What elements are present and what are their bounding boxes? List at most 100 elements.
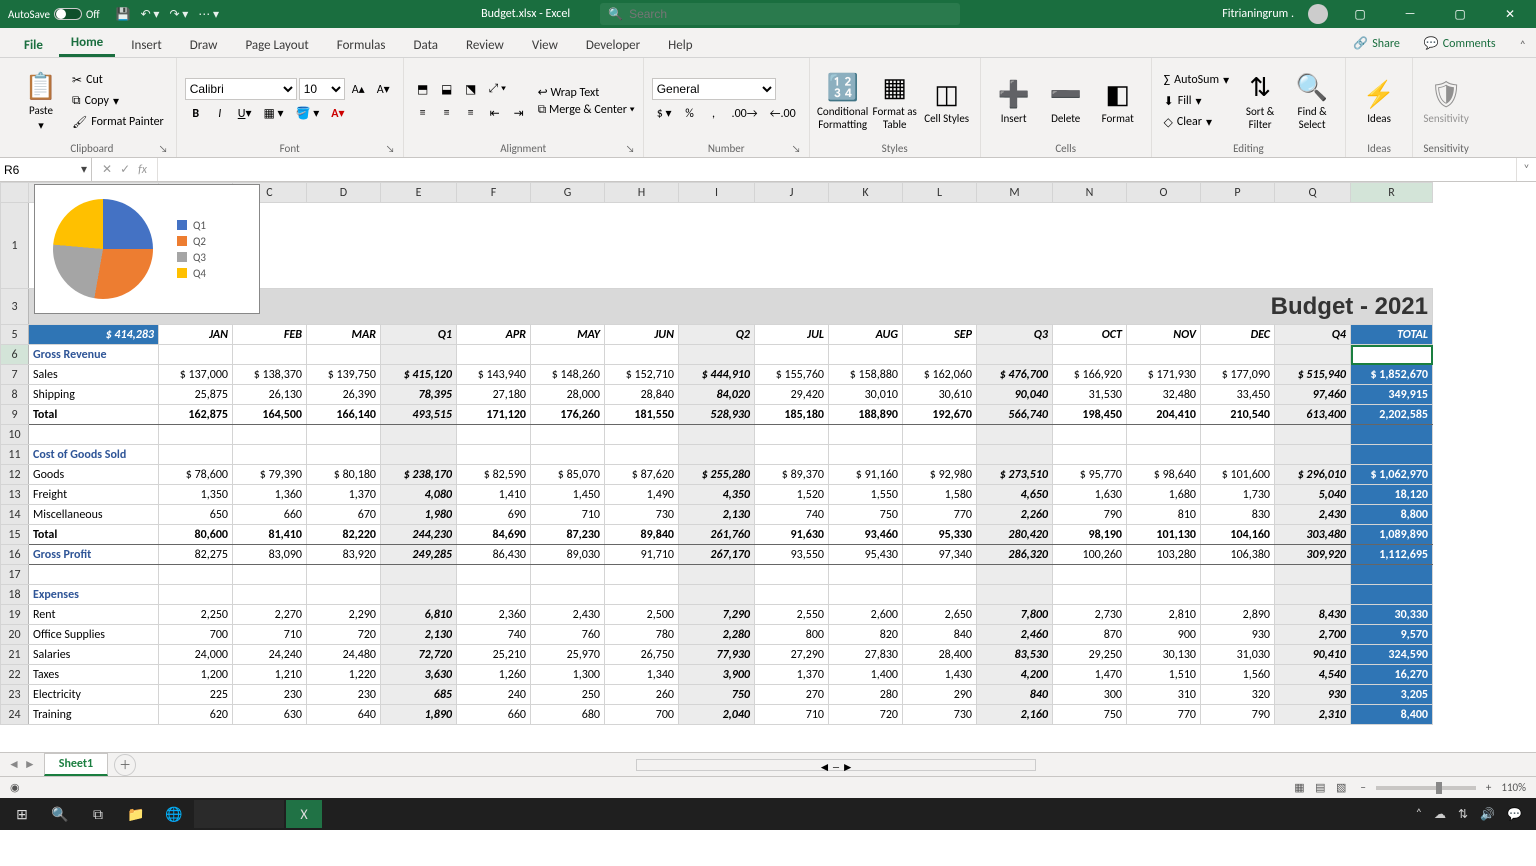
cell-R12[interactable]: $ 1,062,970	[1351, 465, 1433, 485]
cell-M10[interactable]	[977, 425, 1053, 445]
cell-O17[interactable]	[1127, 565, 1201, 585]
cell-E10[interactable]	[381, 425, 457, 445]
cell-Q16[interactable]: 309,920	[1275, 545, 1351, 565]
cell-D18[interactable]	[307, 585, 381, 605]
cell-G18[interactable]	[531, 585, 605, 605]
cell-D15[interactable]: 82,220	[307, 525, 381, 545]
ribbon-display-options-icon[interactable]: ▢	[1342, 7, 1378, 22]
cell-J19[interactable]: 2,550	[755, 605, 829, 625]
cell-I22[interactable]: 3,900	[679, 665, 755, 685]
cell-Q20[interactable]: 2,700	[1275, 625, 1351, 645]
cell-G17[interactable]	[531, 565, 605, 585]
cell-F16[interactable]: 86,430	[457, 545, 531, 565]
cell-K12[interactable]: $ 91,160	[829, 465, 903, 485]
cell-J23[interactable]: 270	[755, 685, 829, 705]
cell-G13[interactable]: 1,450	[531, 485, 605, 505]
find-select-button[interactable]: 🔍Find & Select	[1287, 65, 1337, 137]
cell-A14[interactable]: Miscellaneous	[29, 505, 159, 525]
cell-P15[interactable]: 104,160	[1201, 525, 1275, 545]
cell-Q9[interactable]: 613,400	[1275, 405, 1351, 425]
formula-input[interactable]	[164, 162, 1510, 177]
cell-F23[interactable]: 240	[457, 685, 531, 705]
row-header-3[interactable]: 3	[1, 289, 29, 325]
cell-F18[interactable]	[457, 585, 531, 605]
tray-onedrive-icon[interactable]: ☁	[1434, 807, 1446, 822]
cell-I20[interactable]: 2,280	[679, 625, 755, 645]
cell-L17[interactable]	[903, 565, 977, 585]
cell-A16[interactable]: Gross Profit	[29, 545, 159, 565]
cell-L8[interactable]: 30,610	[903, 385, 977, 405]
col-header-D[interactable]: D	[307, 183, 381, 203]
cell-H9[interactable]: 181,550	[605, 405, 679, 425]
align-left-icon[interactable]: ≡	[412, 103, 434, 124]
percent-format-icon[interactable]: %	[679, 103, 701, 124]
cell-A13[interactable]: Freight	[29, 485, 159, 505]
cell-N14[interactable]: 790	[1053, 505, 1127, 525]
cell-H14[interactable]: 730	[605, 505, 679, 525]
cell-G12[interactable]: $ 85,070	[531, 465, 605, 485]
cell-K6[interactable]	[829, 345, 903, 365]
cell-N15[interactable]: 98,190	[1053, 525, 1127, 545]
cell-A23[interactable]: Electricity	[29, 685, 159, 705]
cell-M6[interactable]	[977, 345, 1053, 365]
cell-C12[interactable]: $ 79,390	[233, 465, 307, 485]
col-header-R[interactable]: R	[1351, 183, 1433, 203]
cell-H23[interactable]: 260	[605, 685, 679, 705]
cell-M15[interactable]: 280,420	[977, 525, 1053, 545]
row-header-19[interactable]: 19	[1, 605, 29, 625]
italic-button[interactable]: I	[209, 103, 231, 124]
cell-H17[interactable]	[605, 565, 679, 585]
cell-R23[interactable]: 3,205	[1351, 685, 1433, 705]
cell-E21[interactable]: 72,720	[381, 645, 457, 665]
cell-J6[interactable]	[755, 345, 829, 365]
header-APR[interactable]: APR	[457, 325, 531, 345]
row-header-18[interactable]: 18	[1, 585, 29, 605]
cell-F14[interactable]: 690	[457, 505, 531, 525]
cell-Q8[interactable]: 97,460	[1275, 385, 1351, 405]
cell-L13[interactable]: 1,580	[903, 485, 977, 505]
cell-J24[interactable]: 710	[755, 705, 829, 725]
cell-D13[interactable]: 1,370	[307, 485, 381, 505]
tab-developer[interactable]: Developer	[574, 32, 652, 57]
col-header-E[interactable]: E	[381, 183, 457, 203]
cell-E9[interactable]: 493,515	[381, 405, 457, 425]
cell-O13[interactable]: 1,680	[1127, 485, 1201, 505]
cell-E22[interactable]: 3,630	[381, 665, 457, 685]
cell-G14[interactable]: 710	[531, 505, 605, 525]
cell-A8[interactable]: Shipping	[29, 385, 159, 405]
orientation-icon[interactable]: ⤢ ▾	[484, 79, 511, 100]
cell-O10[interactable]	[1127, 425, 1201, 445]
name-box[interactable]: ▾	[0, 158, 92, 181]
cell-P19[interactable]: 2,890	[1201, 605, 1275, 625]
tab-view[interactable]: View	[520, 32, 570, 57]
underline-button[interactable]: U ▾	[233, 103, 257, 124]
zoom-in-icon[interactable]: +	[1486, 781, 1491, 794]
embedded-pie-chart[interactable]: Q1Q2Q3Q4	[34, 184, 260, 314]
cell-R22[interactable]: 16,270	[1351, 665, 1433, 685]
cell-L16[interactable]: 97,340	[903, 545, 977, 565]
header-Q1[interactable]: Q1	[381, 325, 457, 345]
cell-P9[interactable]: 210,540	[1201, 405, 1275, 425]
cell-I21[interactable]: 77,930	[679, 645, 755, 665]
cell-N16[interactable]: 100,260	[1053, 545, 1127, 565]
cell-M21[interactable]: 83,530	[977, 645, 1053, 665]
cell-L9[interactable]: 192,670	[903, 405, 977, 425]
cell-E15[interactable]: 244,230	[381, 525, 457, 545]
autosum-button[interactable]: ∑ AutoSum ▾	[1160, 71, 1233, 90]
format-painter-button[interactable]: 🖌 Format Painter	[68, 113, 168, 132]
align-middle-icon[interactable]: ⬓	[436, 79, 458, 100]
cell-D23[interactable]: 230	[307, 685, 381, 705]
fill-button[interactable]: ⬇ Fill ▾	[1160, 92, 1233, 111]
cell-D24[interactable]: 640	[307, 705, 381, 725]
cell-B6[interactable]	[159, 345, 233, 365]
cell-B24[interactable]: 620	[159, 705, 233, 725]
cell-E16[interactable]: 249,285	[381, 545, 457, 565]
taskbar-app-group[interactable]	[194, 800, 284, 828]
cell-E24[interactable]: 1,890	[381, 705, 457, 725]
cell-B21[interactable]: 24,000	[159, 645, 233, 665]
cell-C9[interactable]: 164,500	[233, 405, 307, 425]
cell-J7[interactable]: $ 155,760	[755, 365, 829, 385]
cancel-formula-icon[interactable]: ✕	[102, 162, 112, 177]
worksheet-grid[interactable]: ABCDEFGHIJKLMNOPQR13Budget - 20215$ 414,…	[0, 182, 1536, 752]
cell-C20[interactable]: 710	[233, 625, 307, 645]
